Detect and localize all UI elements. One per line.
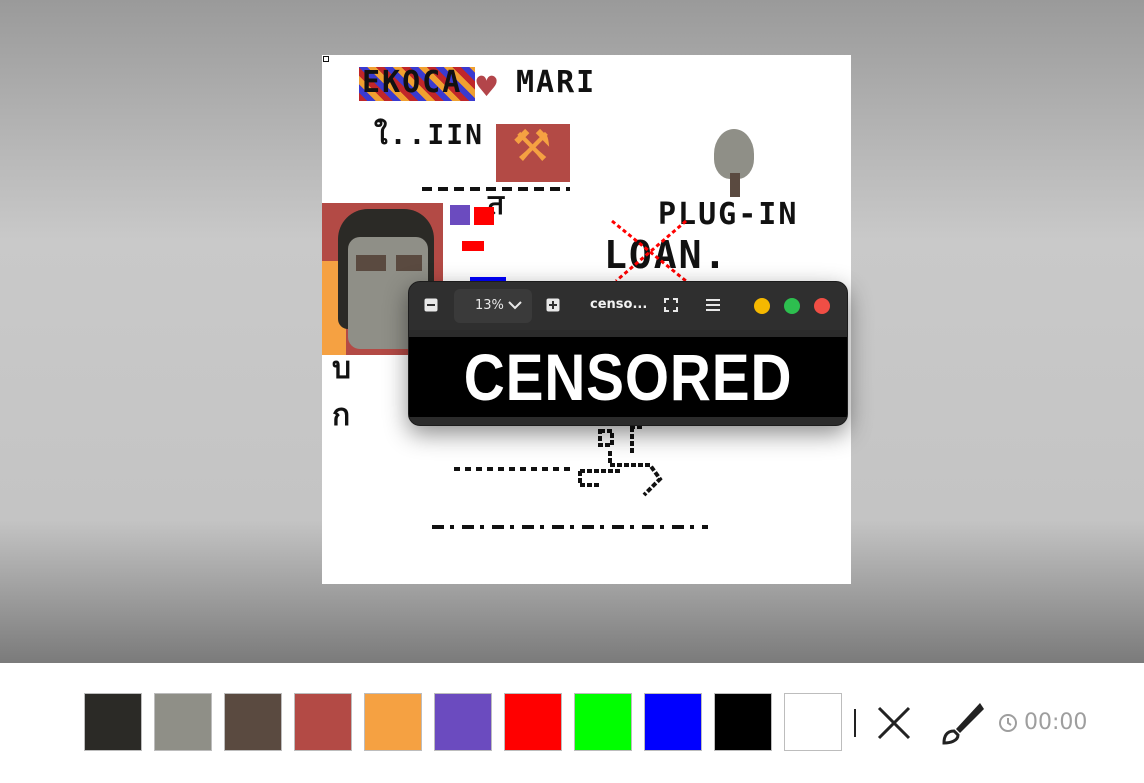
timer-text: 00:00: [1024, 710, 1088, 735]
swatch-orange[interactable]: [364, 693, 422, 751]
hamburger-menu-icon: [706, 299, 720, 311]
minimize-button[interactable]: [754, 298, 770, 314]
swatch-charcoal[interactable]: [84, 693, 142, 751]
line-two-text: ใ..IIN: [374, 118, 484, 151]
red-glyph: [474, 207, 494, 225]
title-right-text: MARI: [516, 65, 597, 100]
chevron-down-icon: [508, 301, 522, 310]
swatch-brick-red[interactable]: [294, 693, 352, 751]
stage-backdrop: EKOCA ♥ MARI ใ..IIN ⚒ त PLUG-IN LOAN. บ …: [0, 0, 1144, 663]
microphone-icon: [714, 129, 754, 179]
corner-marker: [323, 56, 329, 62]
brush-tool-button[interactable]: [936, 699, 984, 751]
zoom-level-select[interactable]: 13%: [454, 289, 532, 323]
toolbar-separator: [854, 709, 856, 737]
swatch-purple[interactable]: [434, 693, 492, 751]
swatch-blue[interactable]: [644, 693, 702, 751]
title-left-text: EKOCA: [362, 65, 463, 100]
red-cross-scribble: [611, 219, 687, 283]
image-viewer-window: 13% censo... CENSORED: [408, 281, 848, 426]
swatch-green[interactable]: [574, 693, 632, 751]
dash-line-3: [432, 525, 708, 529]
menu-button[interactable]: [705, 297, 721, 313]
zoom-value: 13%: [475, 298, 504, 313]
viewer-filename: censo...: [590, 297, 648, 312]
viewer-titlebar: 13% censo...: [409, 282, 847, 330]
fullscreen-button[interactable]: [663, 297, 679, 313]
maximize-button[interactable]: [784, 298, 800, 314]
swatch-white[interactable]: [784, 693, 842, 751]
censored-label: CENSORED: [463, 340, 793, 414]
viewer-image-area: CENSORED: [409, 337, 847, 417]
lower-left-glyphs: บก: [332, 351, 352, 433]
red-glyph-small: [462, 241, 484, 251]
swatch-gray[interactable]: [154, 693, 212, 751]
purple-glyph: [450, 205, 470, 225]
clear-button[interactable]: [876, 705, 912, 745]
paintbrush-icon: [942, 703, 984, 745]
swatch-brown[interactable]: [224, 693, 282, 751]
dash-line-2: [454, 467, 572, 471]
swatch-red[interactable]: [504, 693, 562, 751]
zoom-in-button[interactable]: [545, 297, 561, 313]
fullscreen-icon: [664, 298, 678, 312]
swatch-black[interactable]: [714, 693, 772, 751]
drawing-toolbar: 00:00: [0, 663, 1144, 783]
close-window-button[interactable]: [814, 298, 830, 314]
timer-display: 00:00: [998, 710, 1087, 735]
zoom-out-button[interactable]: [423, 297, 439, 313]
minus-square-icon: [424, 298, 438, 312]
microphone-stand: [730, 173, 740, 197]
clock-icon: [999, 713, 1017, 732]
crossed-tools-icon: ⚒: [512, 121, 552, 172]
close-x-icon: [877, 706, 911, 740]
heart-icon: ♥: [474, 70, 500, 103]
stick-figure-doodle: [578, 425, 663, 497]
plus-square-icon: [546, 298, 560, 312]
